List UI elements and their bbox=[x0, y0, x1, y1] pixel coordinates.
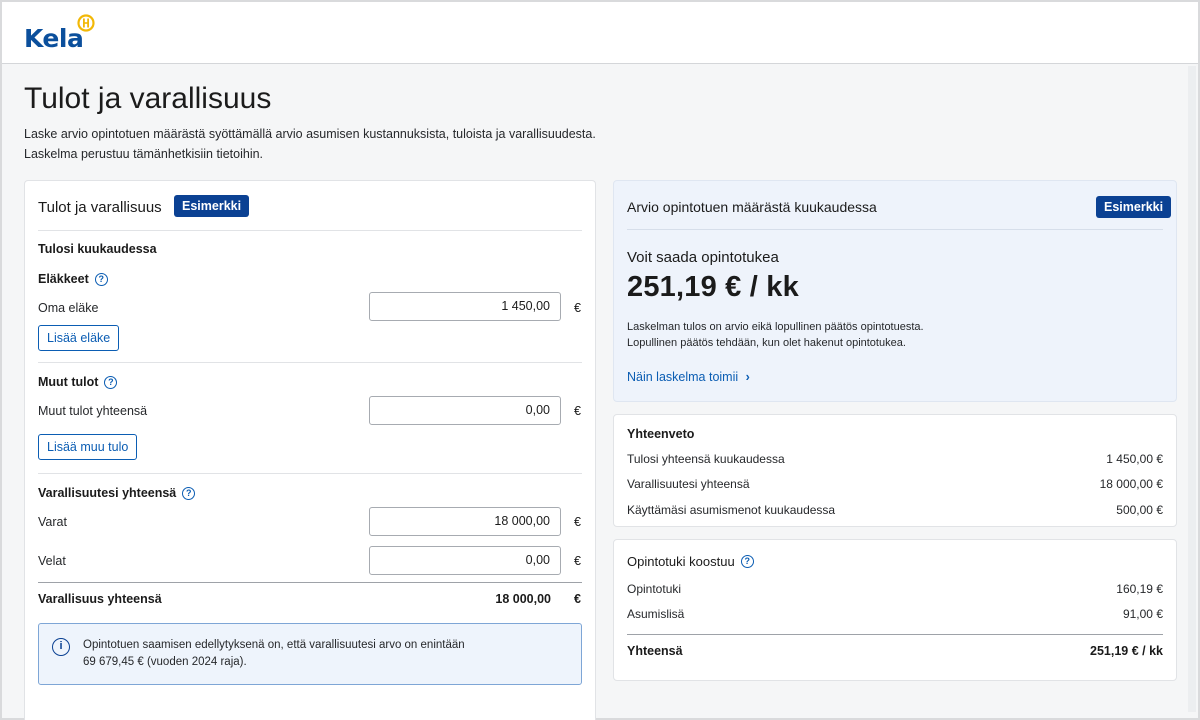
logo-text: Kela bbox=[24, 24, 84, 53]
own-pension-input[interactable]: 1 450,00 bbox=[369, 292, 561, 321]
summary-row-label: Käyttämäsi asumismenot kuukaudessa bbox=[627, 503, 836, 517]
composition-heading: Opintotuki koostuu ? bbox=[627, 554, 754, 569]
form-card-header: Tulot ja varallisuus Esimerkki bbox=[38, 195, 582, 231]
estimate-subtitle: Voit saada opintotukea bbox=[627, 249, 779, 266]
info-text: Opintotuen saamisen edellytyksenä on, et… bbox=[83, 637, 563, 671]
kela-logo[interactable]: Kela bbox=[24, 14, 104, 54]
composition-card: Opintotuki koostuu ? Opintotuki 160,19 €… bbox=[613, 539, 1177, 681]
estimate-card: Arvio opintotuen määrästä kuukaudessa Es… bbox=[613, 180, 1177, 402]
info-line-2: 69 679,45 € (vuoden 2024 raja). bbox=[83, 656, 247, 668]
summary-row-value: 500,00 € bbox=[1116, 503, 1163, 517]
summary-row-value: 18 000,00 € bbox=[1099, 477, 1163, 491]
debts-label: Velat bbox=[38, 554, 66, 568]
assets-label: Varat bbox=[38, 515, 67, 529]
estimate-note: Laskelman tulos on arvio eikä lopullinen… bbox=[627, 319, 1147, 351]
estimate-divider bbox=[627, 229, 1163, 230]
summary-title: Yhteenveto bbox=[627, 427, 695, 441]
income-assets-form-card: Tulot ja varallisuus Esimerkki Tulosi ku… bbox=[24, 180, 596, 720]
add-other-income-button[interactable]: Lisää muu tulo bbox=[38, 434, 138, 460]
summary-row-value: 1 450,00 € bbox=[1106, 452, 1163, 466]
page-title: Tulot ja varallisuus bbox=[24, 82, 272, 115]
composition-row-value: 160,19 € bbox=[1116, 582, 1163, 596]
example-badge: Esimerkki bbox=[174, 195, 250, 217]
estimate-note-line-1: Laskelman tulos on arvio eikä lopullinen… bbox=[627, 321, 924, 333]
assets-total-label: Varallisuus yhteensä bbox=[38, 592, 162, 606]
assets-unit: € bbox=[574, 515, 581, 529]
composition-row-label: Opintotuki bbox=[627, 582, 682, 596]
composition-divider bbox=[627, 634, 1163, 635]
how-calculation-works-label: Näin laskelma toimii bbox=[627, 370, 739, 384]
assets-total-value: 18 000,00 bbox=[495, 592, 551, 606]
assets-help-icon[interactable]: ? bbox=[182, 486, 196, 500]
pensions-heading: Eläkkeet ? bbox=[38, 272, 108, 286]
page-intro: Laske arvio opintotuen määrästä syöttämä… bbox=[24, 124, 644, 164]
add-pension-button[interactable]: Lisää eläke bbox=[38, 325, 120, 351]
estimate-note-line-2: Lopullinen päätös tehdään, kun olet hake… bbox=[627, 337, 906, 349]
monthly-income-heading: Tulosi kuukaudessa bbox=[38, 242, 157, 256]
asset-limit-info-box: i Opintotuen saamisen edellytyksenä on, … bbox=[38, 623, 582, 685]
other-income-input[interactable]: 0,00 bbox=[369, 396, 561, 425]
other-income-unit: € bbox=[574, 404, 581, 418]
page-scrollbar[interactable] bbox=[1188, 66, 1196, 712]
estimate-amount: 251,19 € / kk bbox=[627, 271, 799, 303]
composition-total-value: 251,19 € / kk bbox=[1090, 644, 1163, 658]
debts-unit: € bbox=[574, 554, 581, 568]
composition-title: Opintotuki koostuu bbox=[627, 554, 735, 569]
assets-heading: Varallisuutesi yhteensä ? bbox=[38, 486, 196, 500]
debts-input[interactable]: 0,00 bbox=[369, 546, 561, 575]
assets-total-unit: € bbox=[574, 592, 581, 606]
summary-row-label: Varallisuutesi yhteensä bbox=[627, 477, 750, 491]
total-divider bbox=[38, 582, 582, 583]
divider bbox=[38, 362, 582, 363]
chevron-right-icon: › bbox=[745, 370, 750, 384]
divider bbox=[38, 473, 582, 474]
info-line-1: Opintotuen saamisen edellytyksenä on, et… bbox=[83, 639, 465, 651]
other-income-label: Muut tulot yhteensä bbox=[38, 404, 148, 418]
estimate-example-badge: Esimerkki bbox=[1096, 196, 1172, 218]
assets-heading-label: Varallisuutesi yhteensä bbox=[38, 486, 177, 500]
assets-input[interactable]: 18 000,00 bbox=[369, 507, 561, 536]
pensions-help-icon[interactable]: ? bbox=[94, 272, 108, 286]
estimate-title: Arvio opintotuen määrästä kuukaudessa bbox=[627, 199, 877, 215]
top-bar: Kela bbox=[2, 2, 1198, 64]
how-calculation-works-link[interactable]: Näin laskelma toimii › bbox=[627, 370, 750, 384]
intro-line-1: Laske arvio opintotuen määrästä syöttämä… bbox=[24, 127, 596, 141]
own-pension-unit: € bbox=[574, 301, 581, 315]
other-income-heading-label: Muut tulot bbox=[38, 375, 99, 389]
info-icon: i bbox=[52, 638, 70, 656]
own-pension-label: Oma eläke bbox=[38, 301, 99, 315]
summary-row-label: Tulosi yhteensä kuukaudessa bbox=[627, 452, 785, 466]
composition-row-value: 91,00 € bbox=[1122, 607, 1163, 621]
form-card-title: Tulot ja varallisuus bbox=[38, 199, 162, 216]
pensions-heading-label: Eläkkeet bbox=[38, 272, 89, 286]
summary-card: Yhteenveto Tulosi yhteensä kuukaudessa 1… bbox=[613, 414, 1177, 527]
intro-line-2: Laskelma perustuu tämänhetkisiin tietoih… bbox=[24, 147, 264, 161]
composition-total-label: Yhteensä bbox=[627, 644, 683, 658]
logo-mark-icon bbox=[77, 14, 95, 32]
other-income-help-icon[interactable]: ? bbox=[104, 375, 118, 389]
composition-help-icon[interactable]: ? bbox=[740, 555, 754, 568]
other-income-heading: Muut tulot ? bbox=[38, 375, 118, 389]
composition-row-label: Asumislisä bbox=[627, 607, 685, 621]
